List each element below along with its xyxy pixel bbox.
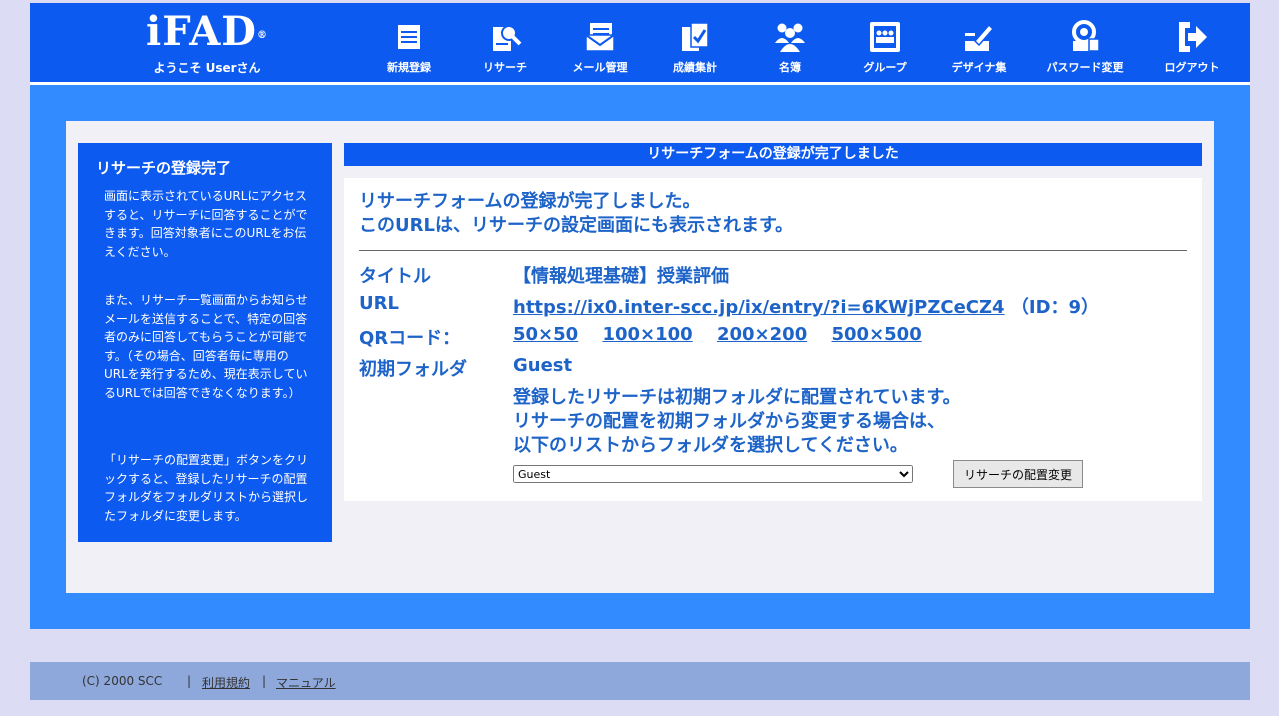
result-content: リサーチフォームの登録が完了しました。 このURLは、リサーチの設定画面にも表示… [344,178,1202,501]
sidebar-paragraph-1: 画面に表示されているURLにアクセスすると、リサーチに回答することができます。回… [104,189,308,259]
completion-message-line-1: リサーチフォームの登録が完了しました。 [359,191,701,212]
entry-url-link[interactable]: https://ix0.inter-scc.jp/ix/entry/?i=6KW… [513,297,1005,318]
nav-label: グループ [863,61,907,74]
nav-label: デザイナ集 [951,61,1007,74]
nav-group[interactable]: グループ [837,19,933,75]
nav-label: 名簿 [779,61,801,74]
sidebar-paragraph-3: 「リサーチの配置変更」ボタンをクリックすると、登録したリサーチの配置フォルダをフ… [104,453,309,523]
nav-mail-management[interactable]: メール管理 [552,19,648,75]
url-label: URL [359,293,399,314]
nav-label: メール管理 [572,61,628,74]
group-icon [870,22,900,52]
qr-link-50[interactable]: 50×50 [513,324,578,345]
folder-note: 登録したリサーチは初期フォルダに配置されています。 リサーチの配置を初期フォルダ… [513,386,961,458]
document-icon [398,25,420,49]
mail-icon [585,23,615,52]
nav-label: 新規登録 [387,61,431,74]
copyright: (C) 2000 SCC [82,674,163,688]
folder-value: Guest [513,355,573,376]
header-bar: iFAD® ようこそ Userさん 新規登録 リサーチ メール管理 成績集計 名… [30,3,1250,82]
nav-grades[interactable]: 成績集計 [647,19,743,75]
nav-research[interactable]: リサーチ [457,19,553,75]
logo-text: iFAD [146,8,257,55]
logo-registered-mark: ® [256,30,268,41]
move-research-button[interactable]: リサーチの配置変更 [953,460,1083,488]
people-icon [775,23,805,52]
research-icon [493,25,522,51]
url-row: https://ix0.inter-scc.jp/ix/entry/?i=6KW… [513,293,1099,319]
qr-link-500[interactable]: 500×500 [832,324,922,345]
divider [359,250,1187,251]
page-title: リサーチフォームの登録が完了しました [344,143,1202,166]
logout-icon [1179,22,1207,52]
logo: iFAD® ようこそ Userさん [132,11,282,76]
folder-label: 初期フォルダ [359,359,467,380]
footer-separator: | [187,674,192,688]
nav-label: 成績集計 [673,61,717,74]
footer: (C) 2000 SCC | 利用規約 | マニュアル [30,662,1250,700]
footer-separator: | [262,674,267,688]
completion-message: リサーチフォームの登録が完了しました。 このURLは、リサーチの設定画面にも表示… [359,190,793,238]
nav-label: パスワード変更 [1046,61,1124,74]
nav-new-registration[interactable]: 新規登録 [361,19,457,75]
qr-code-links: 50×50 100×100 200×200 500×500 [513,324,940,345]
qr-code-label: QRコード： [359,328,461,349]
folder-note-line-3: 以下のリストからフォルダを選択してください。 [513,435,908,456]
sidebar-title: リサーチの登録完了 [96,159,232,177]
folder-note-line-1: 登録したリサーチは初期フォルダに配置されています。 [513,387,961,408]
title-label: タイトル [359,266,431,287]
qr-link-100[interactable]: 100×100 [602,324,692,345]
sidebar-paragraph-2: また、リサーチ一覧画面からお知らせメールを送信することで、特定の回答者のみに回答… [104,293,308,400]
nav-designs[interactable]: デザイナ集 [931,19,1027,75]
manual-link[interactable]: マニュアル [276,674,336,691]
qr-link-200[interactable]: 200×200 [717,324,807,345]
nav-label: リサーチ [483,61,527,74]
nav-password-change[interactable]: パスワード変更 [1037,19,1133,75]
grades-icon [682,22,709,51]
nav-roster[interactable]: 名簿 [742,19,838,75]
terms-link[interactable]: 利用規約 [202,674,250,691]
welcome-text: ようこそ Userさん [153,61,261,75]
folder-select[interactable]: Guest [513,465,913,483]
nav-label: ログアウト [1164,61,1220,74]
nav-logout[interactable]: ログアウト [1144,19,1240,75]
sidebar-help: リサーチの登録完了 画面に表示されているURLにアクセスすると、リサーチに回答す… [78,143,332,542]
password-icon [1072,20,1100,52]
completion-message-line-2: このURLは、リサーチの設定画面にも表示されます。 [359,215,794,236]
title-value: 【情報処理基礎】授業評価 [513,266,729,287]
folder-note-line-2: リサーチの配置を初期フォルダから変更する場合は、 [513,411,945,432]
design-icon [965,23,995,51]
research-id: （ID：9） [1010,297,1100,318]
